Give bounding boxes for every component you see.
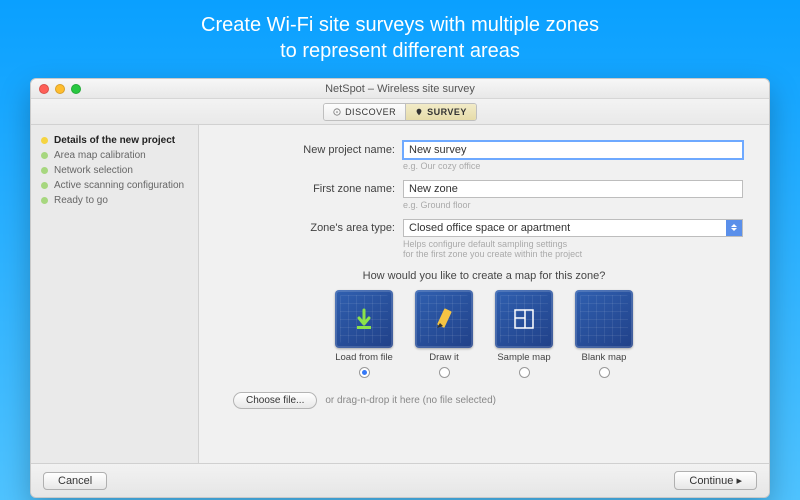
map-option-sample[interactable]: Sample map xyxy=(495,290,553,378)
radio-blank[interactable] xyxy=(599,367,610,378)
sidebar-item-calibration: Area map calibration xyxy=(41,148,188,163)
window-title: NetSpot – Wireless site survey xyxy=(31,83,769,95)
pencil-icon xyxy=(431,306,457,332)
titlebar: NetSpot – Wireless site survey xyxy=(31,79,769,99)
map-options: Load from file Draw it Sample map Blank … xyxy=(225,290,743,378)
segmented-control: DISCOVER SURVEY xyxy=(31,99,769,125)
project-name-input[interactable]: New survey xyxy=(403,141,743,159)
tab-survey[interactable]: SURVEY xyxy=(406,104,476,120)
floorplan-icon xyxy=(511,306,537,332)
zone-name-input[interactable]: New zone xyxy=(403,180,743,198)
zone-name-hint: e.g. Ground floor xyxy=(403,200,743,211)
area-type-hint: Helps configure default sampling setting… xyxy=(403,239,743,261)
map-section-title: How would you like to create a map for t… xyxy=(225,270,743,282)
map-option-draw[interactable]: Draw it xyxy=(415,290,473,378)
promo-line2: to represent different areas xyxy=(0,38,800,64)
sidebar-item-ready: Ready to go xyxy=(41,193,188,208)
sidebar-item-details: Details of the new project xyxy=(41,133,188,148)
footer: Cancel Continue xyxy=(31,463,769,497)
project-name-hint: e.g. Our cozy office xyxy=(403,161,743,172)
radio-sample[interactable] xyxy=(519,367,530,378)
zone-name-label: First zone name: xyxy=(225,183,395,195)
project-name-label: New project name: xyxy=(225,144,395,156)
continue-button[interactable]: Continue xyxy=(674,471,757,490)
window: NetSpot – Wireless site survey DISCOVER … xyxy=(30,78,770,498)
main-panel: New project name: New survey e.g. Our co… xyxy=(199,125,769,463)
map-option-load[interactable]: Load from file xyxy=(335,290,393,378)
area-type-select[interactable]: Closed office space or apartment xyxy=(403,219,743,237)
sidebar-item-scanning: Active scanning configuration xyxy=(41,178,188,193)
wizard-sidebar: Details of the new project Area map cali… xyxy=(31,125,199,463)
file-drop-hint: or drag-n-drop it here (no file selected… xyxy=(325,395,496,406)
area-type-label: Zone's area type: xyxy=(225,222,395,234)
chevron-updown-icon xyxy=(726,220,742,236)
radar-icon xyxy=(333,108,341,116)
sidebar-item-network: Network selection xyxy=(41,163,188,178)
cancel-button[interactable]: Cancel xyxy=(43,472,107,490)
choose-file-button[interactable]: Choose file... xyxy=(233,392,317,409)
radio-load[interactable] xyxy=(359,367,370,378)
radio-draw[interactable] xyxy=(439,367,450,378)
map-option-blank[interactable]: Blank map xyxy=(575,290,633,378)
promo-line1: Create Wi-Fi site surveys with multiple … xyxy=(0,12,800,38)
promo-banner: Create Wi-Fi site surveys with multiple … xyxy=(0,0,800,78)
blank-icon xyxy=(591,306,617,332)
tab-discover[interactable]: DISCOVER xyxy=(324,104,406,120)
download-icon xyxy=(351,306,377,332)
pin-icon xyxy=(415,108,423,116)
